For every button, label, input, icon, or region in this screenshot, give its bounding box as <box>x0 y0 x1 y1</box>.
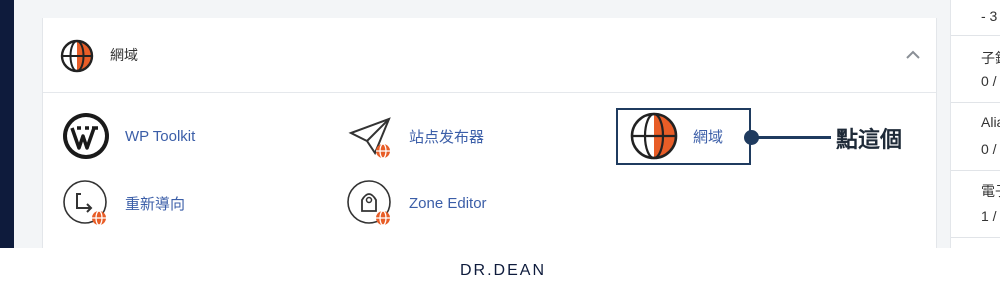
stat-value: 0 / <box>981 141 997 157</box>
chevron-up-icon[interactable] <box>904 46 922 64</box>
redirects-label: 重新導向 <box>125 195 186 213</box>
wp-toolkit-label: WP Toolkit <box>125 127 196 145</box>
paper-plane-icon <box>348 117 391 159</box>
callout-text: 點這個 <box>836 127 903 152</box>
zone-editor-link[interactable]: Zone Editor <box>345 178 487 228</box>
zone-editor-label: Zone Editor <box>409 194 487 212</box>
redirect-icon <box>63 180 107 226</box>
stat-value: 0 / <box>981 73 997 89</box>
stat-value: - 3 <box>981 8 998 24</box>
callout-line <box>751 136 831 139</box>
divider <box>951 170 1000 171</box>
stat-label: 電子 <box>981 183 1000 199</box>
stat-value: 1 / <box>981 208 997 224</box>
panel-header[interactable]: 網域 <box>43 18 936 93</box>
wp-toolkit-link[interactable]: WP Toolkit <box>61 111 195 161</box>
site-publisher-link[interactable]: 站点发布器 <box>345 111 484 161</box>
cpanel-screenshot: 網域 WP Toolkit 站点发布器 網域 重新導向 Zone Editor … <box>0 0 1000 248</box>
domains-panel: 網域 WP Toolkit 站点发布器 網域 重新導向 Zone Editor <box>42 18 937 248</box>
divider <box>951 102 1000 103</box>
brand-logo: DR.DEAN <box>460 262 547 279</box>
highlight-box <box>616 108 751 165</box>
rocket-icon <box>347 180 391 226</box>
panel-title: 網域 <box>110 47 138 63</box>
wordpress-icon <box>63 113 109 159</box>
stat-label: Alia <box>981 114 1000 130</box>
globe-icon <box>60 39 94 73</box>
site-publisher-label: 站点发布器 <box>409 128 485 146</box>
stat-label: 子鎖 <box>981 50 1000 66</box>
redirects-link[interactable]: 重新導向 <box>61 178 185 228</box>
divider <box>951 237 1000 238</box>
divider <box>951 35 1000 36</box>
callout-dot <box>744 130 759 145</box>
left-sidebar-edge <box>0 0 14 248</box>
stats-sidebar: - 3 子鎖 0 / Alia 0 / 電子 1 / <box>950 0 1000 248</box>
